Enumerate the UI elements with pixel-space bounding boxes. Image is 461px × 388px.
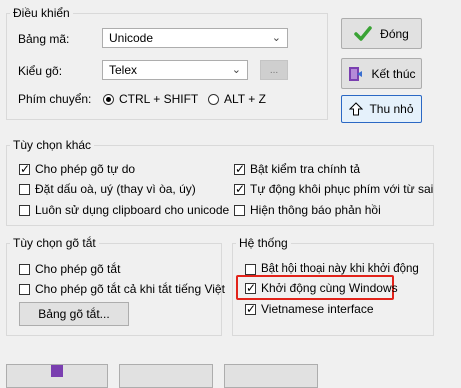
checkbox-free-typing-label: Cho phép gõ tự do <box>35 162 136 176</box>
radio-alt-z-label: ALT + Z <box>224 92 266 106</box>
shorthand-table-button-label: Bảng gõ tắt... <box>38 307 110 321</box>
checkbox-indicator <box>245 263 256 275</box>
checkbox-start-with-windows[interactable]: ✓ Khởi động cùng Windows <box>245 281 398 295</box>
checkbox-tone-placement-label: Đặt dấu oà, uý (thay vì òa, úy) <box>35 182 196 196</box>
input-method-select[interactable]: Telex ⌄ <box>102 60 248 80</box>
checkbox-show-on-startup-label: Bật hội thoại này khi khởi động <box>261 263 419 275</box>
input-method-more-button[interactable]: ... <box>260 60 288 80</box>
input-method-label: Kiểu gõ: <box>18 64 63 78</box>
checkbox-spell-check-label: Bật kiểm tra chính tả <box>250 162 361 176</box>
checkbox-shorthand-when-off-label: Cho phép gõ tắt cả khi tắt tiếng Việt <box>35 282 225 296</box>
checkbox-indicator: ✓ <box>245 280 257 295</box>
checkbox-indicator <box>19 204 30 216</box>
close-button-label: Đóng <box>380 26 409 41</box>
checkmark-icon <box>354 25 372 43</box>
charset-value: Unicode <box>109 31 154 45</box>
bottom-button-3[interactable] <box>224 364 318 388</box>
checkbox-vietnamese-interface-label: Vietnamese interface <box>261 302 374 316</box>
checkbox-feedback-label: Hiện thông báo phản hồi <box>250 203 381 217</box>
checkbox-feedback[interactable]: Hiện thông báo phản hồi <box>234 203 381 217</box>
checkbox-auto-restore[interactable]: ✓ Tự động khôi phục phím với từ sai <box>234 182 433 196</box>
checkbox-indicator: ✓ <box>19 161 31 176</box>
shorthand-legend: Tùy chọn gõ tắt <box>13 236 96 250</box>
radio-alt-z[interactable]: ALT + Z <box>208 92 266 106</box>
checkbox-free-typing[interactable]: ✓ Cho phép gõ tự do <box>19 162 135 176</box>
checkbox-clipboard-unicode-label: Luôn sử dụng clipboard cho unicode <box>35 203 230 217</box>
minimize-button[interactable]: Thu nhỏ <box>341 95 422 123</box>
checkbox-tone-placement[interactable]: Đặt dấu oà, uý (thay vì òa, úy) <box>19 182 196 196</box>
radio-ctrl-shift[interactable]: CTRL + SHIFT <box>103 92 198 106</box>
exit-button[interactable]: Kết thúc <box>341 58 422 89</box>
controls-legend: Điều khiển <box>13 6 70 20</box>
switch-key-label: Phím chuyển: <box>18 92 92 106</box>
exit-door-icon <box>347 66 363 82</box>
chevron-down-icon: ⌄ <box>271 32 281 44</box>
checkbox-enable-shorthand[interactable]: Cho phép gõ tắt <box>19 262 120 276</box>
checkbox-indicator: ✓ <box>245 301 257 316</box>
input-method-value: Telex <box>109 63 138 77</box>
checkbox-indicator: ✓ <box>234 181 246 196</box>
checkbox-indicator: ✓ <box>234 161 246 176</box>
shorthand-table-button[interactable]: Bảng gõ tắt... <box>19 302 129 326</box>
checkbox-indicator <box>19 183 30 195</box>
minimize-button-label: Thu nhỏ <box>369 102 414 116</box>
chevron-down-icon: ⌄ <box>231 64 241 76</box>
checkbox-enable-shorthand-label: Cho phép gõ tắt <box>35 262 121 276</box>
radio-indicator <box>208 93 219 105</box>
checkbox-vietnamese-interface[interactable]: ✓ Vietnamese interface <box>245 302 374 316</box>
checkbox-start-with-windows-label: Khởi động cùng Windows <box>261 281 398 295</box>
radio-indicator <box>103 93 114 105</box>
radio-ctrl-shift-label: CTRL + SHIFT <box>119 92 199 106</box>
close-button[interactable]: Đóng <box>341 18 422 49</box>
bottom-button-1[interactable] <box>6 364 108 388</box>
exit-button-label: Kết thúc <box>371 66 416 81</box>
checkbox-show-on-startup[interactable]: Bật hội thoại này khi khởi động <box>245 262 419 276</box>
bottom-button-2[interactable] <box>119 364 213 388</box>
charset-select[interactable]: Unicode ⌄ <box>102 28 288 48</box>
checkbox-shorthand-when-off[interactable]: Cho phép gõ tắt cả khi tắt tiếng Việt <box>19 282 225 296</box>
bottom-icon <box>51 365 63 377</box>
checkbox-indicator <box>234 204 245 216</box>
checkbox-clipboard-unicode[interactable]: Luôn sử dụng clipboard cho unicode <box>19 203 229 217</box>
charset-label: Bảng mã: <box>18 32 70 46</box>
checkbox-spell-check[interactable]: ✓ Bật kiểm tra chính tả <box>234 162 360 176</box>
arrow-up-icon <box>349 102 364 116</box>
checkbox-indicator <box>19 263 30 275</box>
other-options-legend: Tùy chọn khác <box>13 138 92 152</box>
checkbox-indicator <box>19 283 30 295</box>
system-legend: Hệ thống <box>239 236 288 250</box>
checkbox-auto-restore-label: Tự động khôi phục phím với từ sai <box>250 182 434 196</box>
